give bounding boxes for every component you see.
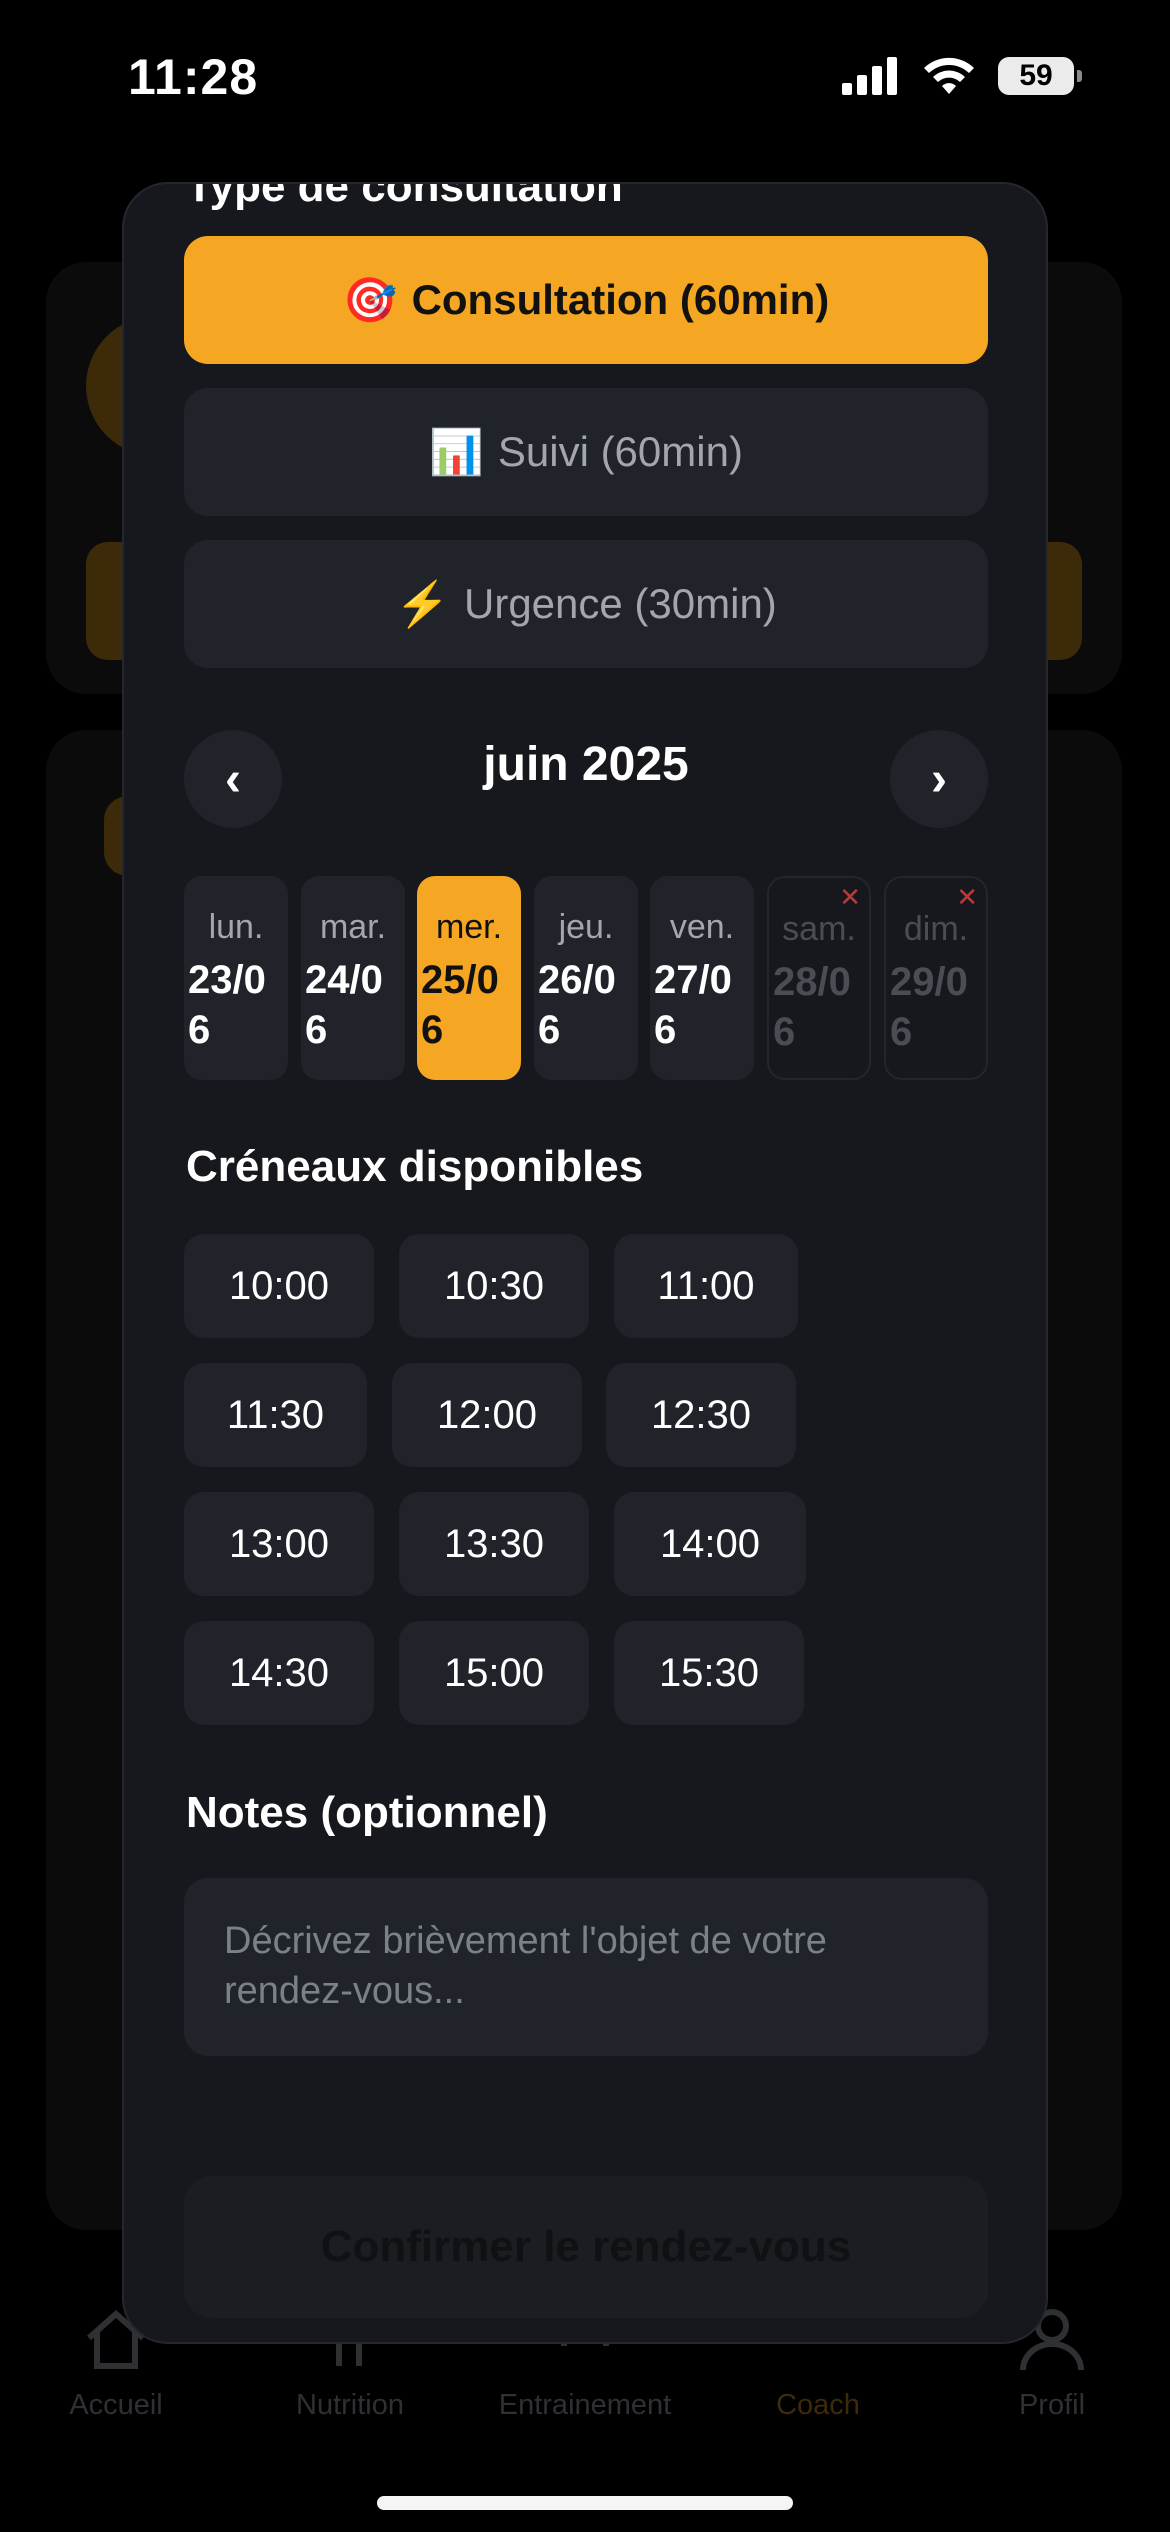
booking-modal: Type de consultation 🎯 Consultation (60m… [122,182,1048,2344]
time-slot[interactable]: 12:30 [606,1363,796,1467]
day-lun[interactable]: lun. 23/06 [184,876,288,1080]
time-slot[interactable]: 14:30 [184,1621,374,1725]
background-button-right [1048,542,1082,660]
status-icons: 59 [842,56,1082,96]
status-time: 11:28 [128,49,259,105]
day-selector: lun. 23/06 mar. 24/06 mer. 25/06 jeu. 26… [184,876,988,1080]
month-navigation: ‹ juin 2025 › [184,730,988,828]
battery-level: 59 [1019,59,1053,92]
day-name: sam. [782,910,856,948]
day-date: 27/06 [654,958,732,1052]
notes-title: Notes (optionnel) [186,1788,548,1837]
tab-label: Accueil [69,2389,163,2421]
day-date: 23/06 [188,958,266,1052]
day-name: jeu. [558,908,614,946]
notes-input[interactable]: Décrivez brièvement l'objet de votre ren… [184,1878,988,2056]
day-date: 28/06 [773,960,851,1054]
bar-chart-icon: 📊 [429,428,484,477]
day-dim: ✕ dim. 29/06 [884,876,988,1080]
time-slot[interactable]: 15:30 [614,1621,804,1725]
time-slot[interactable]: 12:00 [392,1363,582,1467]
tab-label: Nutrition [296,2389,404,2421]
type-consultation-button[interactable]: 🎯 Consultation (60min) [184,236,988,364]
next-month-button[interactable]: › [890,730,988,828]
day-date: 26/06 [538,958,616,1052]
type-urgence-button[interactable]: ⚡ Urgence (30min) [184,540,988,668]
cellular-signal-icon [842,57,897,95]
time-slot[interactable]: 11:30 [184,1363,367,1467]
day-name: dim. [903,910,969,948]
confirm-appointment-button[interactable]: Confirmer le rendez-vous [184,2176,988,2318]
background-button-left [86,542,126,660]
type-label: Consultation (60min) [411,276,830,323]
day-mar[interactable]: mar. 24/06 [301,876,405,1080]
day-name: mar. [319,908,387,946]
day-name: lun. [208,908,264,946]
home-indicator [377,2496,793,2510]
type-label: Urgence (30min) [464,580,777,627]
wifi-icon [924,57,974,94]
slots-title: Créneaux disponibles [186,1142,644,1191]
tab-label: Coach [776,2389,860,2421]
time-slot[interactable]: 14:00 [614,1492,806,1596]
day-sam: ✕ sam. 28/06 [767,876,871,1080]
time-slot[interactable]: 10:30 [399,1234,589,1338]
tab-label: Profil [1018,2389,1086,2421]
time-slot[interactable]: 13:00 [184,1492,374,1596]
day-name: mer. [435,908,503,946]
time-slot[interactable]: 15:00 [399,1621,589,1725]
consultation-type-title: Type de consultation [186,182,623,211]
chevron-right-icon: › [931,752,947,806]
type-label: Suivi (60min) [497,428,743,475]
day-date: 24/06 [305,958,383,1052]
day-mer[interactable]: mer. 25/06 [417,876,521,1080]
target-icon: 🎯 [342,276,398,325]
time-slot[interactable]: 13:30 [399,1492,589,1596]
time-slot[interactable]: 11:00 [614,1234,798,1338]
unavailable-icon: ✕ [839,882,861,912]
lightning-icon: ⚡ [395,580,450,629]
battery-icon: 59 [998,57,1082,95]
day-name: ven. [669,908,735,946]
day-date: 25/06 [421,958,499,1052]
time-slot[interactable]: 10:00 [184,1234,374,1338]
tab-label: Entrainement [498,2389,672,2421]
day-ven[interactable]: ven. 27/06 [650,876,754,1080]
month-title: juin 2025 [483,738,689,791]
day-date: 29/06 [890,960,968,1054]
day-jeu[interactable]: jeu. 26/06 [534,876,638,1080]
unavailable-icon: ✕ [956,882,978,912]
type-suivi-button[interactable]: 📊 Suivi (60min) [184,388,988,516]
